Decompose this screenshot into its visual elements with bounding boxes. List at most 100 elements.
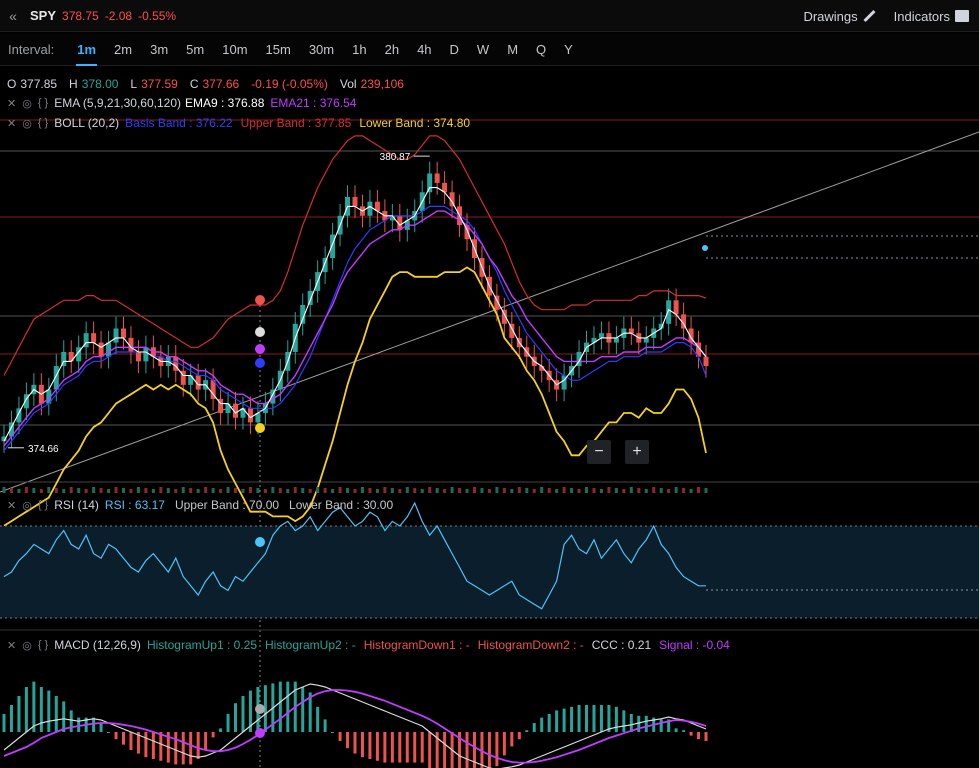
macd-histogram-bar <box>17 696 21 732</box>
last-price-dot <box>702 245 708 251</box>
volume-bar <box>293 487 297 493</box>
macd-histogram-bar <box>570 706 574 732</box>
volume-bar <box>487 489 491 493</box>
volume-value: 239,106 <box>360 77 404 91</box>
close-study-icon[interactable]: ✕ <box>7 117 16 130</box>
ema-study-name: EMA (5,9,21,30,60,120) <box>54 96 181 110</box>
close-study-icon[interactable]: ✕ <box>7 639 16 652</box>
volume-bar <box>398 489 402 493</box>
volume-bar <box>331 489 335 493</box>
macd-histogram-bar <box>92 717 96 732</box>
macd-histogram-bar <box>301 687 305 732</box>
macd-histogram-bar <box>375 732 379 761</box>
volume-bar <box>114 487 118 493</box>
rsi-lower-band: Lower Band : 30.00 <box>289 498 394 512</box>
volume-bar <box>346 488 350 493</box>
volume-bar <box>271 487 275 493</box>
basis-band-line <box>3 205 707 451</box>
boll-study-name: BOLL (20,2) <box>54 116 120 130</box>
volume-bar <box>697 487 701 493</box>
macd-histogram-bar <box>360 732 364 758</box>
histogram-down2: HistogramDown2 : - <box>477 638 584 652</box>
volume-bar <box>219 489 223 493</box>
macd-histogram-bar <box>629 714 633 732</box>
histogram-down1: HistogramDown1 : - <box>363 638 470 652</box>
volume-bar <box>428 487 432 493</box>
code-icon[interactable]: { } <box>38 499 48 512</box>
macd-study-name: MACD (12,26,9) <box>54 638 141 652</box>
rsi-crosshair-dot <box>255 537 265 547</box>
macd-histogram-bar <box>532 723 536 732</box>
volume-bar <box>495 487 499 493</box>
volume-bar <box>413 488 417 493</box>
close-study-icon[interactable]: ✕ <box>7 499 16 512</box>
candle-body <box>135 351 141 362</box>
macd-histogram-bar <box>2 714 6 732</box>
ohlc-legend: O 377.85 H 378.00 L 377.59 C 377.66 -0.1… <box>7 75 412 93</box>
volume-bar <box>256 488 260 493</box>
volume-bar <box>375 489 379 493</box>
macd-histogram-bar <box>129 732 133 750</box>
candle-body <box>106 342 112 357</box>
volume-bar <box>644 489 648 493</box>
settings-icon[interactable]: ◎ <box>22 97 32 110</box>
volume-bar <box>622 489 626 493</box>
volume-bar <box>263 489 267 493</box>
volume-bar <box>405 487 409 493</box>
macd-histogram-bar <box>599 705 603 732</box>
candle-body <box>666 300 672 324</box>
macd-histogram-bar <box>69 710 73 732</box>
rsi-study-name: RSI (14) <box>54 498 99 512</box>
macd-histogram-bar <box>540 717 544 732</box>
volume-bar <box>47 487 51 493</box>
zoom-in-button[interactable]: + <box>625 440 649 464</box>
macd-histogram-bar <box>659 719 663 732</box>
candle-body <box>427 173 433 193</box>
close-study-icon[interactable]: ✕ <box>7 97 16 110</box>
volume-bar <box>577 489 581 493</box>
macd-histogram-bar <box>577 705 581 732</box>
low-label: L <box>130 77 138 91</box>
macd-histogram-bar <box>495 732 499 767</box>
volume-bar <box>241 489 245 493</box>
candle-body <box>330 234 336 259</box>
volume-bar <box>390 488 394 493</box>
volume-bar <box>592 488 596 493</box>
macd-histogram-bar <box>443 732 447 768</box>
candle-body <box>98 342 104 357</box>
volume-bar <box>667 489 671 493</box>
macd-histogram-bar <box>77 717 81 732</box>
ema9-value: EMA9 : 376.88 <box>184 96 265 110</box>
crosshair-dot <box>255 423 265 433</box>
code-icon[interactable]: { } <box>38 639 48 652</box>
candle-body <box>367 201 373 216</box>
candle-body <box>113 328 119 343</box>
macd-histogram-bar <box>24 687 28 732</box>
macd-histogram-bar <box>390 732 394 763</box>
trend-line <box>0 131 979 493</box>
macd-histogram-bar <box>413 732 417 763</box>
code-icon[interactable]: { } <box>38 117 48 130</box>
macd-histogram-bar <box>234 703 238 732</box>
code-icon[interactable]: { } <box>38 97 48 110</box>
settings-icon[interactable]: ◎ <box>22 117 32 130</box>
candle-body <box>673 300 679 315</box>
rsi-upper-band: Upper Band : 70.00 <box>174 498 280 512</box>
macd-histogram-bar <box>181 732 185 765</box>
macd-histogram-bar <box>9 705 13 732</box>
volume-bar <box>652 487 656 493</box>
settings-icon[interactable]: ◎ <box>22 639 32 652</box>
volume-bar <box>465 489 469 493</box>
close-label: C <box>189 77 199 91</box>
volume-bar <box>420 489 424 493</box>
macd-histogram-bar <box>614 706 618 732</box>
volume-bar <box>181 487 185 493</box>
zoom-out-button[interactable]: − <box>587 440 611 464</box>
volume-bar <box>92 487 96 493</box>
macd-histogram-bar <box>286 681 290 732</box>
volume-bar <box>136 487 140 493</box>
settings-icon[interactable]: ◎ <box>22 499 32 512</box>
volume-bar <box>32 488 36 493</box>
macd-histogram-bar <box>383 732 387 763</box>
macd-histogram-bar <box>465 732 469 768</box>
